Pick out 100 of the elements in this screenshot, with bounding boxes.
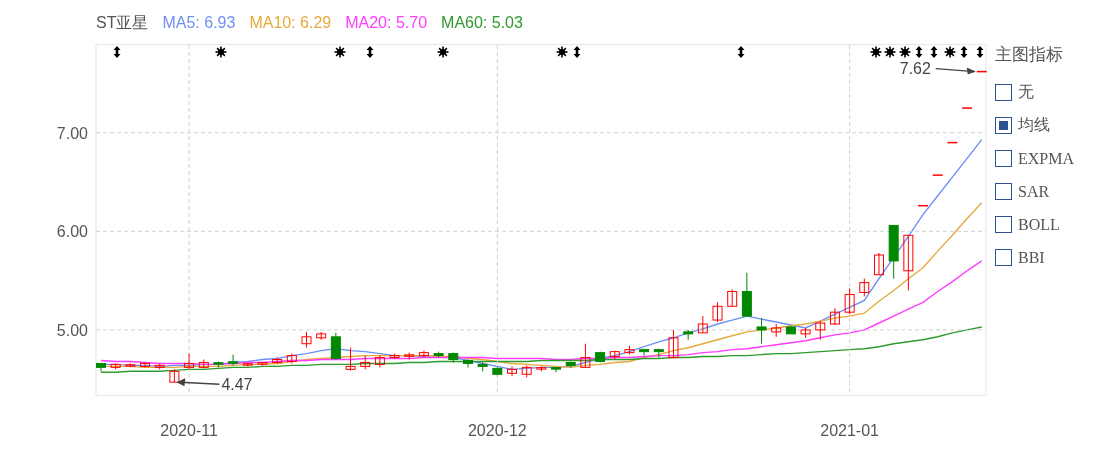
checkbox[interactable] (995, 84, 1012, 101)
y-axis-label: 5.00 (56, 321, 88, 339)
asterisk-icon (436, 45, 450, 59)
candlestick (565, 361, 576, 368)
candlestick (140, 361, 151, 368)
asterisk-icon (943, 45, 957, 59)
candlestick (815, 320, 826, 341)
candlestick (653, 348, 664, 359)
checkbox[interactable] (995, 117, 1012, 134)
double-arrow-icon (960, 46, 968, 58)
candlestick (433, 351, 444, 359)
candlestick (741, 272, 752, 317)
candlestick (931, 174, 944, 176)
checkbox-label[interactable]: 均线 (1018, 115, 1050, 136)
candlestick (536, 365, 547, 372)
double-arrow-icon (113, 46, 121, 58)
candlestick (785, 325, 796, 335)
double-arrow-icon (366, 46, 374, 58)
candlestick (448, 352, 459, 363)
candlestick (639, 348, 650, 357)
candlestick (169, 368, 180, 383)
candlestick (903, 234, 914, 291)
candlestick (976, 70, 988, 73)
candlestick (301, 331, 312, 349)
x-axis-label: 2020-12 (467, 422, 527, 439)
asterisk-icon (883, 45, 897, 59)
candlestick (272, 357, 283, 364)
leader-line (935, 67, 976, 75)
candlestick (316, 331, 327, 341)
checkbox-label[interactable]: EXPMA (1018, 149, 1074, 168)
candlestick (771, 323, 782, 338)
checkbox-label[interactable]: BOLL (1018, 215, 1060, 234)
checkbox[interactable] (995, 150, 1012, 167)
candlestick (330, 332, 341, 360)
y-axis-label: 7.00 (56, 124, 88, 142)
asterisk-icon (555, 45, 569, 59)
candlestick (462, 359, 473, 368)
candlestick (874, 252, 884, 276)
candlestick (184, 353, 195, 370)
candlestick (844, 288, 855, 315)
legend-item: MA10: 6.29 (249, 14, 332, 32)
candlestick (683, 329, 694, 341)
candlestick (829, 307, 840, 326)
candlestick (507, 365, 517, 377)
candlestick (154, 362, 165, 370)
double-arrow-icon (930, 46, 938, 58)
candlestick (389, 353, 400, 359)
candlestick (404, 352, 415, 360)
y-axis-label: 6.00 (56, 223, 88, 241)
checkbox[interactable] (995, 249, 1012, 266)
double-arrow-icon (976, 46, 984, 58)
checkbox[interactable] (995, 216, 1012, 233)
candlestick (727, 289, 738, 307)
x-axis-label: 2020-11 (160, 422, 218, 439)
legend-item: MA20: 5.70 (345, 14, 428, 32)
candlestick (257, 361, 268, 366)
legend-item: MA5: 6.93 (162, 14, 236, 32)
candlestick (110, 362, 121, 370)
candlestick (888, 224, 899, 280)
candlestick (125, 362, 136, 368)
candlestick (96, 362, 106, 372)
candlestick (859, 278, 870, 297)
candlestick (609, 350, 620, 360)
x-axis-label: 2021-01 (820, 422, 879, 439)
candlestick (668, 329, 679, 359)
candlestick (946, 141, 959, 144)
checkbox[interactable] (995, 183, 1012, 200)
candlestick (580, 343, 591, 368)
asterisk-icon (214, 45, 228, 59)
candlestick (712, 301, 723, 323)
candlestick (595, 351, 606, 363)
asterisk-icon (898, 45, 912, 59)
candlestick (756, 317, 767, 345)
asterisk-icon (869, 45, 883, 59)
candlestick (800, 327, 811, 339)
candlestick (551, 366, 562, 373)
candlestick (228, 354, 239, 366)
candlestick (242, 362, 253, 367)
candlestick (345, 347, 356, 371)
high-price-label: 7.62 (899, 59, 931, 77)
candlestick (374, 355, 385, 368)
candlestick (521, 364, 532, 378)
checkbox-label[interactable]: SAR (1018, 182, 1050, 201)
double-arrow-icon (573, 46, 581, 58)
candlestick (917, 204, 929, 207)
stock-name: ST亚星 (96, 12, 149, 33)
candlestick (286, 353, 297, 364)
candlestick (477, 361, 488, 372)
candlestick (961, 107, 973, 109)
checkbox-label[interactable]: 无 (1018, 82, 1034, 103)
low-price-label: 4.47 (221, 376, 253, 394)
candlestick (492, 366, 503, 376)
legend-item: MA60: 5.03 (441, 14, 523, 32)
panel-title: 主图指标 (995, 44, 1064, 66)
candlestick (360, 355, 371, 370)
candlestick (213, 361, 224, 368)
asterisk-icon (333, 45, 347, 59)
checkbox-label[interactable]: BBI (1018, 248, 1045, 267)
candlestick (418, 350, 429, 359)
candlestick (198, 359, 209, 369)
